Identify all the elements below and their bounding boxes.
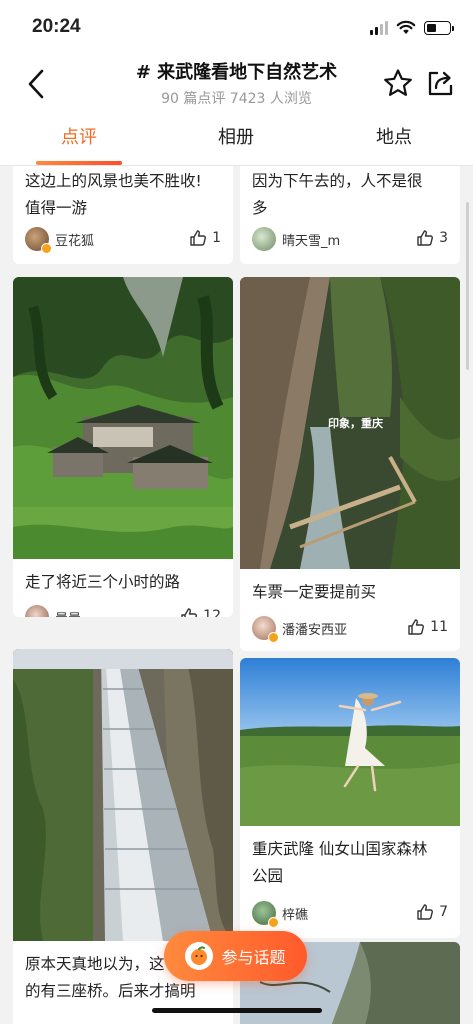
review-text: 走了将近三个小时的路 xyxy=(25,573,181,591)
review-card[interactable]: 走了将近三个小时的路 晕晕 12 xyxy=(13,277,233,617)
author-name: 晕晕 xyxy=(55,608,81,618)
like-button[interactable]: 7 xyxy=(416,903,448,921)
title-block: # 来武隆看地下自然艺术 90 篇点评 7423 人浏览 xyxy=(100,58,373,108)
wifi-icon xyxy=(396,20,416,34)
status-icons xyxy=(370,20,454,35)
like-count: 11 xyxy=(430,619,448,635)
author-name: 豆花狐 xyxy=(55,233,95,249)
join-topic-label: 参与话题 xyxy=(221,948,286,967)
review-card[interactable]: 因为下午去的，人不是很 多 晴天雪_m 3 xyxy=(240,166,460,264)
review-author[interactable]: 梓礁 xyxy=(252,901,309,928)
like-count: 7 xyxy=(439,904,448,920)
like-button[interactable]: 11 xyxy=(407,618,448,636)
review-photo[interactable] xyxy=(13,649,233,941)
thumbs-up-icon xyxy=(417,230,434,246)
page-title: # 来武隆看地下自然艺术 xyxy=(135,62,338,83)
author-name: 潘潘安西亚 xyxy=(282,622,348,638)
review-text: 车票一定要提前买 xyxy=(252,583,377,601)
review-photo[interactable]: 印象，重庆 xyxy=(240,277,460,569)
topic-header: # 来武隆看地下自然艺术 90 篇点评 7423 人浏览 xyxy=(0,56,473,114)
review-card[interactable]: 这边上的风景也美不胜收! 值得一游 豆花狐 1 xyxy=(13,166,233,264)
review-card[interactable]: 重庆武隆 仙女山国家森林 公园 梓礁 7 xyxy=(240,658,460,938)
avatar xyxy=(252,227,276,251)
review-text: 因为下午去的，人不是很 多 xyxy=(252,172,423,217)
thumbs-up-icon xyxy=(181,608,198,617)
review-card[interactable]: 印象，重庆 车票一定要提前买 潘潘安西亚 11 xyxy=(240,277,460,651)
author-name: 梓礁 xyxy=(282,907,309,923)
battery-icon xyxy=(424,20,454,35)
like-button[interactable]: 12 xyxy=(180,607,221,617)
review-photo[interactable] xyxy=(13,277,233,559)
avatar xyxy=(25,227,52,254)
home-indicator[interactable] xyxy=(152,1008,322,1013)
avatar xyxy=(25,605,49,617)
tab-bar: 点评 相册 地点 xyxy=(0,114,473,166)
tab-places[interactable]: 地点 xyxy=(334,114,454,166)
orange-avatar-icon xyxy=(185,942,214,970)
tab-album[interactable]: 相册 xyxy=(176,114,296,166)
cellular-signal-icon xyxy=(370,20,388,35)
like-count: 1 xyxy=(212,230,221,246)
share-icon xyxy=(428,71,453,96)
review-author[interactable]: 豆花狐 xyxy=(25,227,95,254)
favorite-button[interactable] xyxy=(381,66,415,100)
review-author[interactable]: 晴天雪_m xyxy=(252,227,340,251)
page-subtitle: 90 篇点评 7423 人浏览 xyxy=(161,91,312,107)
share-button[interactable] xyxy=(423,66,457,100)
status-bar: 20:24 xyxy=(0,0,473,56)
review-photo[interactable] xyxy=(240,658,460,826)
like-button[interactable]: 1 xyxy=(189,229,221,247)
thumbs-up-icon xyxy=(417,904,434,920)
review-author[interactable]: 晕晕 xyxy=(25,605,81,617)
back-button[interactable] xyxy=(18,64,54,104)
review-feed[interactable]: 这边上的风景也美不胜收! 值得一游 豆花狐 1 因为下午去的，人不是很 多 晴天… xyxy=(0,166,473,1024)
tab-reviews[interactable]: 点评 xyxy=(19,114,139,166)
scroll-indicator[interactable] xyxy=(466,202,469,370)
join-topic-button[interactable]: 参与话题 xyxy=(164,931,307,981)
review-text: 这边上的风景也美不胜收! 值得一游 xyxy=(25,172,202,217)
like-button[interactable]: 3 xyxy=(416,229,448,247)
review-author[interactable]: 潘潘安西亚 xyxy=(252,616,348,643)
review-text: 重庆武隆 仙女山国家森林 公园 xyxy=(252,840,428,885)
photo-caption: 印象，重庆 xyxy=(328,417,383,430)
status-time: 20:24 xyxy=(32,16,81,37)
author-name: 晴天雪_m xyxy=(282,233,341,249)
thumbs-up-icon xyxy=(408,619,425,635)
star-icon xyxy=(384,69,412,96)
like-count: 3 xyxy=(439,230,448,246)
chevron-left-icon xyxy=(28,69,44,99)
like-count: 12 xyxy=(203,608,221,617)
active-tab-indicator xyxy=(36,161,122,165)
avatar xyxy=(252,616,279,643)
thumbs-up-icon xyxy=(190,230,207,246)
avatar xyxy=(252,901,279,928)
